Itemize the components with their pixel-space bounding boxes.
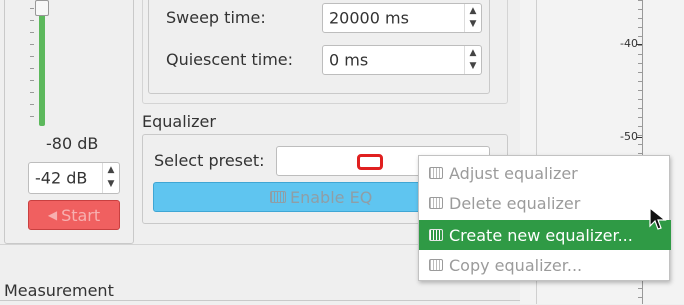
- preset-marker-icon: [357, 154, 383, 170]
- quiescent-time-stepper[interactable]: ▲ ▼: [464, 46, 481, 74]
- menu-item-create-new-equalizer[interactable]: Create new equalizer...: [419, 220, 671, 250]
- slider-ticks: [30, 8, 34, 126]
- menu-item-label: Adjust equalizer: [449, 163, 578, 183]
- menu-item-delete-equalizer[interactable]: Delete equalizer: [419, 188, 671, 218]
- equalizer-icon: [429, 167, 443, 179]
- start-label: Start: [61, 205, 101, 225]
- chevron-down-icon[interactable]: ▼: [465, 60, 481, 74]
- gain-stepper[interactable]: ▲ ▼: [102, 163, 119, 193]
- chevron-up-icon[interactable]: ▲: [103, 163, 119, 178]
- select-preset-label: Select preset:: [154, 151, 265, 170]
- quiescent-time-value: 0 ms: [329, 50, 369, 70]
- menu-item-label: Copy equalizer...: [449, 255, 583, 275]
- quiescent-time-label: Quiescent time:: [166, 50, 294, 69]
- plot-major-tick: [636, 137, 642, 138]
- equalizer-icon: [270, 191, 286, 203]
- menu-item-copy-equalizer[interactable]: Copy equalizer...: [419, 250, 671, 280]
- menu-item-label: Create new equalizer...: [449, 225, 633, 245]
- equalizer-icon: [429, 259, 443, 271]
- sweep-time-label: Sweep time:: [166, 8, 266, 27]
- slider-track: [39, 0, 45, 126]
- mouse-cursor-icon: [649, 206, 667, 230]
- equalizer-context-menu: Adjust equalizer Delete equalizer Create…: [418, 155, 671, 281]
- slider-value-label: -80 dB: [46, 134, 99, 153]
- enable-eq-label: Enable EQ: [290, 187, 373, 207]
- menu-item-adjust-equalizer[interactable]: Adjust equalizer: [419, 158, 671, 188]
- speaker-icon: ◀: [47, 208, 58, 222]
- sweep-time-spinbox[interactable]: 20000 ms ▲ ▼: [322, 3, 482, 33]
- level-slider[interactable]: [30, 0, 52, 128]
- chevron-up-icon[interactable]: ▲: [465, 46, 481, 60]
- equalizer-group-title: Equalizer: [142, 112, 216, 131]
- start-button[interactable]: ◀ Start: [28, 200, 120, 230]
- sweep-time-value: 20000 ms: [329, 8, 409, 28]
- measurement-group-title: Measurement: [4, 281, 114, 300]
- chevron-up-icon[interactable]: ▲: [465, 4, 481, 18]
- slider-handle[interactable]: [35, 0, 49, 16]
- gain-spinbox[interactable]: -42 dB ▲ ▼: [28, 162, 120, 194]
- equalizer-icon: [429, 229, 443, 241]
- chevron-down-icon[interactable]: ▼: [103, 178, 119, 193]
- sweep-time-stepper[interactable]: ▲ ▼: [464, 4, 481, 32]
- plot-major-tick: [636, 44, 642, 45]
- measurement-frame: [0, 300, 520, 305]
- quiescent-time-spinbox[interactable]: 0 ms ▲ ▼: [322, 45, 482, 75]
- chevron-down-icon[interactable]: ▼: [465, 18, 481, 32]
- menu-item-label: Delete equalizer: [449, 193, 581, 213]
- equalizer-icon: [429, 197, 443, 209]
- gain-value: -42 dB: [35, 168, 88, 188]
